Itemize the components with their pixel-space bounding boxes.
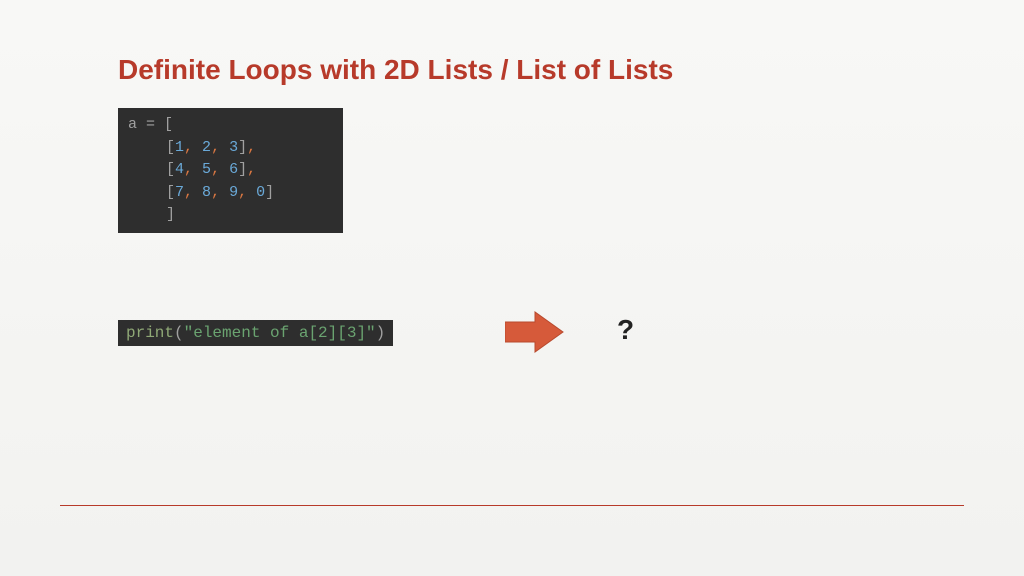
token-bracket: [ (164, 116, 173, 133)
token-num: 1 (175, 139, 184, 156)
token-paren: ( (174, 324, 184, 342)
code-line: [7, 8, 9, 0] (128, 182, 333, 205)
divider (60, 505, 964, 506)
token-num: 4 (175, 161, 184, 178)
token-comma: , (238, 184, 247, 201)
code-line: [4, 5, 6], (128, 159, 333, 182)
token-fn: print (126, 324, 174, 342)
code-line: [1, 2, 3], (128, 137, 333, 160)
token-bracket: [ (166, 139, 175, 156)
token-comma: , (184, 184, 193, 201)
token-comma: , (211, 139, 220, 156)
token-bracket: ] (166, 206, 175, 223)
code-line: a = [ (128, 114, 333, 137)
token-num: 0 (247, 184, 265, 201)
token-num: 8 (193, 184, 211, 201)
token-num: 9 (220, 184, 238, 201)
token-bracket: ] (238, 139, 247, 156)
token-bracket: ] (265, 184, 274, 201)
question-mark: ? (617, 314, 634, 346)
token-num: 7 (175, 184, 184, 201)
token-bracket: [ (166, 184, 175, 201)
token-op: = (137, 116, 164, 133)
token-num: 5 (193, 161, 211, 178)
token-string: "element of a[2][3]" (184, 324, 376, 342)
token-num: 6 (220, 161, 238, 178)
token-comma: , (247, 161, 256, 178)
code-block-assignment: a = [ [1, 2, 3], [4, 5, 6], [7, 8, 9, 0]… (118, 108, 343, 233)
slide-title: Definite Loops with 2D Lists / List of L… (118, 54, 673, 86)
token-comma: , (211, 161, 220, 178)
token-comma: , (247, 139, 256, 156)
token-var: a (128, 116, 137, 133)
token-paren: ) (376, 324, 386, 342)
code-block-print: print("element of a[2][3]") (118, 320, 393, 346)
arrow-icon (505, 310, 567, 359)
token-comma: , (211, 184, 220, 201)
token-num: 2 (193, 139, 211, 156)
token-num: 3 (220, 139, 238, 156)
token-bracket: [ (166, 161, 175, 178)
token-comma: , (184, 139, 193, 156)
token-comma: , (184, 161, 193, 178)
code-line: ] (128, 204, 333, 227)
token-bracket: ] (238, 161, 247, 178)
